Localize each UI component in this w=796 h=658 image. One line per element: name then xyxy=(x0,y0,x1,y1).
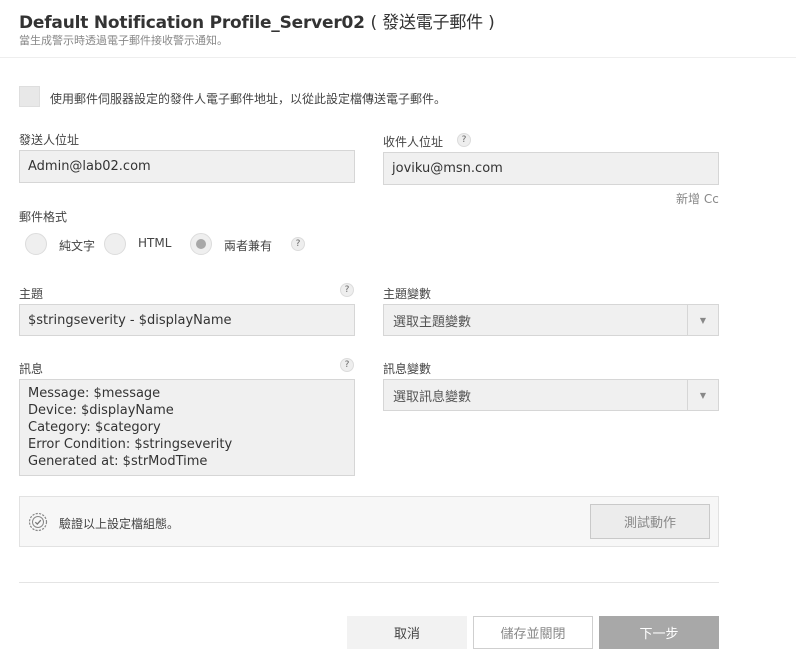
cancel-button[interactable]: 取消 xyxy=(347,616,467,649)
format-radio-html[interactable] xyxy=(104,233,126,255)
message-line: Category: $category xyxy=(28,420,161,435)
page-title-suffix: ( 發送電子郵件 ) xyxy=(370,13,495,33)
test-action-button[interactable]: 測試動作 xyxy=(590,504,710,539)
footer-divider xyxy=(19,582,719,583)
subject-var-select[interactable]: 選取主題變數 ▼ xyxy=(383,304,719,336)
verify-label: 驗證以上設定檔組態。 xyxy=(59,517,180,531)
page-title: Default Notification Profile_Server02 ( … xyxy=(19,8,495,33)
subject-label: 主題 xyxy=(19,287,44,301)
page-title-main: Default Notification Profile_Server02 xyxy=(19,13,365,33)
header-divider xyxy=(0,57,796,58)
chevron-down-icon[interactable]: ▼ xyxy=(687,305,718,335)
format-radio-plain-label: 純文字 xyxy=(59,239,96,253)
message-line: Message: $message xyxy=(28,386,161,401)
format-radio-html-label: HTML xyxy=(138,236,172,250)
message-label: 訊息 xyxy=(19,362,44,376)
message-textarea[interactable]: Message: $message Device: $displayName C… xyxy=(19,379,355,476)
sender-field[interactable]: Admin@lab02.com xyxy=(19,150,355,183)
format-radio-both-label: 兩者兼有 xyxy=(224,239,273,253)
use-server-sender-checkbox[interactable] xyxy=(19,86,40,107)
recipient-value: joviku@msn.com xyxy=(392,161,503,176)
format-label: 郵件格式 xyxy=(19,210,68,224)
subject-var-selected: 選取主題變數 xyxy=(393,314,472,330)
subject-help-icon[interactable]: ? xyxy=(340,283,354,297)
message-var-selected: 選取訊息變數 xyxy=(393,389,472,405)
recipient-field[interactable]: joviku@msn.com xyxy=(383,152,719,185)
message-help-icon[interactable]: ? xyxy=(340,358,354,372)
use-server-sender-label: 使用郵件伺服器設定的發件人電子郵件地址，以從此設定檔傳送電子郵件。 xyxy=(50,92,447,106)
add-cc-link[interactable]: 新增 Cc xyxy=(676,190,719,207)
format-help-icon[interactable]: ? xyxy=(291,237,305,251)
sender-value: Admin@lab02.com xyxy=(28,159,151,174)
page-subtitle: 當生成警示時透過電子郵件接收警示通知。 xyxy=(19,34,228,47)
recipient-help-icon[interactable]: ? xyxy=(457,133,471,147)
save-close-button[interactable]: 儲存並關閉 xyxy=(473,616,593,649)
message-line: Error Condition: $stringseverity xyxy=(28,437,233,452)
subject-value: $stringseverity - $displayName xyxy=(28,312,232,328)
message-line: Generated at: $strModTime xyxy=(28,454,208,469)
chevron-down-icon[interactable]: ▼ xyxy=(687,380,718,410)
recipient-label: 收件人位址 xyxy=(383,135,444,149)
format-radio-both[interactable] xyxy=(190,233,212,255)
message-var-select[interactable]: 選取訊息變數 ▼ xyxy=(383,379,719,411)
message-var-label: 訊息變數 xyxy=(383,362,432,376)
check-circle-icon xyxy=(28,512,48,532)
message-line: Device: $displayName xyxy=(28,403,174,418)
format-radio-plain[interactable] xyxy=(25,233,47,255)
subject-field[interactable]: $stringseverity - $displayName xyxy=(19,304,355,336)
sender-label: 發送人位址 xyxy=(19,133,80,147)
radio-selected-dot xyxy=(196,239,206,249)
next-button[interactable]: 下一步 xyxy=(599,616,719,649)
subject-var-label: 主題變數 xyxy=(383,287,432,301)
